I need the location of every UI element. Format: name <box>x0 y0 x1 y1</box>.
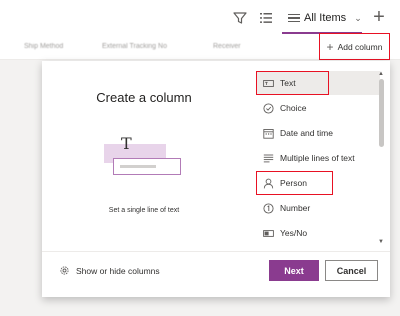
filter-icon[interactable] <box>232 10 248 26</box>
text-field-illustration: T <box>104 134 184 180</box>
show-hide-label: Show or hide columns <box>76 265 160 276</box>
cancel-button[interactable]: Cancel <box>325 260 378 281</box>
column-preview: Create a column T Set a single line of t… <box>42 61 252 251</box>
create-column-panel: Create a column T Set a single line of t… <box>42 61 390 297</box>
view-list-icon[interactable] <box>258 10 274 26</box>
column-type-label: Date and time <box>280 128 333 138</box>
column-type-date-and-time[interactable]: Date and time <box>256 121 380 145</box>
view-selector[interactable]: All Items ⌄ <box>282 4 362 34</box>
yes-no-icon <box>263 228 274 239</box>
gear-icon <box>60 266 69 275</box>
view-name: All Items <box>304 12 347 24</box>
panel-divider <box>42 251 390 252</box>
scroll-up-icon[interactable]: ▲ <box>378 71 384 77</box>
column-type-yes-no[interactable]: Yes/No <box>256 221 380 245</box>
next-button[interactable]: Next <box>269 260 319 281</box>
scroll-thumb[interactable] <box>379 79 384 147</box>
command-bar: All Items ⌄ + <box>0 0 400 36</box>
column-type-choice[interactable]: Choice <box>256 96 380 120</box>
number-icon <box>263 202 274 214</box>
choice-icon <box>263 102 274 114</box>
column-type-list: Text Choice Date and time Multiple lines… <box>256 71 380 247</box>
add-column-label: Add column <box>337 41 383 52</box>
column-type-label: Choice <box>280 103 307 113</box>
column-type-label: Multiple lines of text <box>280 153 355 163</box>
column-type-multiple-lines-of-text[interactable]: Multiple lines of text <box>256 146 380 170</box>
plus-icon[interactable]: + <box>367 6 391 30</box>
multiline-text-icon <box>263 153 274 164</box>
calendar-icon <box>263 128 274 139</box>
column-header[interactable]: External Tracking No <box>102 43 167 50</box>
column-header[interactable]: Receiver <box>213 43 241 50</box>
illustration-input <box>113 158 181 175</box>
column-type-label: Yes/No <box>280 228 308 238</box>
column-type-label: Number <box>280 203 311 213</box>
text-cursor-glyph: T <box>121 134 132 153</box>
list-scrollbar[interactable]: ▲ ▼ <box>377 71 386 247</box>
view-lines-icon <box>288 12 300 25</box>
plus-icon: + <box>326 39 334 54</box>
add-column-button[interactable]: + Add column <box>319 33 390 60</box>
show-hide-columns-link[interactable]: Show or hide columns <box>59 265 160 276</box>
highlight-text <box>256 71 329 95</box>
chevron-down-icon: ⌄ <box>354 12 362 23</box>
column-header[interactable]: Ship Method <box>24 43 63 50</box>
column-type-description: Set a single line of text <box>108 207 180 214</box>
scroll-down-icon[interactable]: ▼ <box>378 239 384 245</box>
highlight-person <box>256 171 333 195</box>
panel-title: Create a column <box>96 90 192 105</box>
column-type-number[interactable]: Number <box>256 196 380 220</box>
